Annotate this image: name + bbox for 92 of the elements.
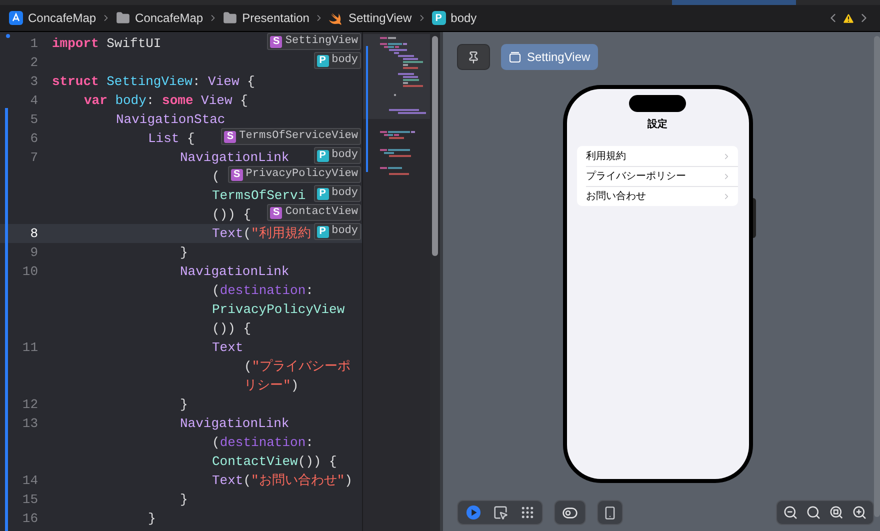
code-line: (destination: — [212, 282, 314, 300]
folder-icon — [223, 11, 238, 25]
code-line: } — [180, 244, 188, 262]
app-icon — [9, 11, 23, 25]
variant-toggle-button[interactable] — [554, 500, 586, 525]
navigation-title: 設定 — [648, 117, 668, 132]
property-badge: P — [316, 188, 329, 200]
line-number: 2 — [30, 54, 38, 70]
chevron-icon — [722, 192, 731, 201]
line-number: 4 — [30, 92, 38, 108]
property-badge: P — [316, 226, 329, 238]
dynamic-island — [629, 95, 686, 112]
toggle-icon — [562, 504, 578, 520]
zoom-fit-icon[interactable] — [829, 505, 844, 520]
breadcrumb-item[interactable]: Presentation — [242, 9, 310, 27]
swift-icon — [329, 12, 344, 24]
code-line: Text — [212, 338, 244, 357]
code-line: var body: some View { — [84, 92, 248, 110]
grid-icon — [520, 505, 534, 520]
code-line: TermsOfServi — [212, 186, 306, 205]
line-number: 12 — [22, 396, 38, 412]
struct-badge: S — [224, 130, 236, 142]
code-line: } — [180, 396, 188, 414]
line-number: 6 — [30, 130, 38, 146]
chevron-icon — [722, 172, 731, 181]
list-row[interactable]: 利用規約 — [586, 146, 738, 166]
code-line: NavigationLink — [180, 262, 290, 281]
line-number: 14 — [22, 472, 38, 488]
struct-badge: S — [230, 168, 243, 180]
cursor-icon — [492, 505, 508, 520]
code-line: import SwiftUI — [52, 34, 162, 53]
line-number: 9 — [30, 244, 38, 260]
code-editor[interactable] — [0, 32, 362, 531]
window-icon — [509, 51, 521, 63]
scrollbar-thumb[interactable] — [432, 36, 438, 256]
code-line: (destination: — [212, 434, 314, 452]
preview-view-button[interactable]: SettingView — [501, 44, 598, 70]
code-line: リシー") — [244, 376, 299, 395]
code-line: ()) { — [212, 206, 252, 224]
code-annotation[interactable]: S SettingView — [267, 33, 361, 50]
device-button[interactable] — [597, 500, 623, 525]
line-number: 5 — [30, 112, 38, 127]
code-annotation[interactable]: P body — [314, 185, 361, 202]
code-annotation[interactable]: S TermsOfServiceView — [221, 128, 361, 145]
code-line: Text("利用規約 — [212, 224, 311, 243]
property-badge: P — [316, 150, 329, 162]
line-number: 11 — [22, 340, 38, 355]
actual-size-icon[interactable] — [806, 505, 821, 520]
warning-icon[interactable] — [842, 12, 855, 24]
breadcrumb-item[interactable]: ConcafeMap — [28, 9, 96, 27]
line-number: 1 — [30, 36, 38, 51]
breadcrumb-item[interactable]: ConcafeMap — [135, 9, 204, 27]
line-number: 16 — [22, 510, 38, 526]
line-number: 7 — [30, 150, 38, 165]
code-line: ()) { — [212, 320, 252, 338]
line-number: 8 — [30, 226, 38, 241]
line-number: 10 — [22, 264, 38, 279]
list-row[interactable]: お問い合わせ — [586, 186, 738, 206]
code-annotation[interactable]: P body — [314, 52, 361, 69]
breadcrumb-item[interactable]: SettingView — [348, 9, 412, 27]
code-line: Text("お問い合わせ") — [212, 472, 352, 490]
struct-badge: S — [270, 206, 282, 218]
list-row[interactable]: プライバシーポリシー — [586, 166, 738, 186]
code-line: NavigationLink — [180, 148, 290, 167]
zoom-out-icon[interactable] — [783, 505, 798, 520]
code-line: struct SettingView: View { — [52, 72, 255, 91]
property-badge: P — [432, 11, 446, 25]
code-line: } — [148, 510, 156, 528]
code-annotation[interactable]: S ContactView — [267, 204, 361, 221]
code-line: PrivacyPolicyView — [212, 300, 345, 319]
code-line: ( — [212, 168, 220, 186]
folder-icon — [116, 11, 130, 25]
zoom-in-icon[interactable] — [852, 505, 867, 520]
line-number: 15 — [22, 492, 38, 507]
struct-badge: S — [270, 36, 282, 48]
code-line: ContactView()) { — [212, 452, 337, 471]
code-annotation[interactable]: P body — [314, 147, 361, 164]
line-number: 3 — [30, 74, 38, 89]
chevron-icon — [722, 152, 731, 160]
code-line: NavigationLink — [180, 414, 290, 433]
code-line: ("プライバシーポ — [244, 358, 351, 376]
property-badge: P — [316, 54, 329, 66]
pin-button[interactable] — [457, 44, 490, 70]
pin-icon — [467, 50, 480, 64]
code-line: } — [180, 490, 188, 509]
code-line: List { — [148, 130, 195, 148]
code-annotation[interactable]: P body — [314, 223, 361, 240]
phone-icon — [603, 506, 617, 520]
line-number: 13 — [22, 416, 38, 431]
code-annotation[interactable]: S PrivacyPolicyView — [228, 166, 361, 183]
breadcrumb-item[interactable]: body — [450, 9, 477, 27]
code-line: NavigationStac — [116, 110, 226, 129]
